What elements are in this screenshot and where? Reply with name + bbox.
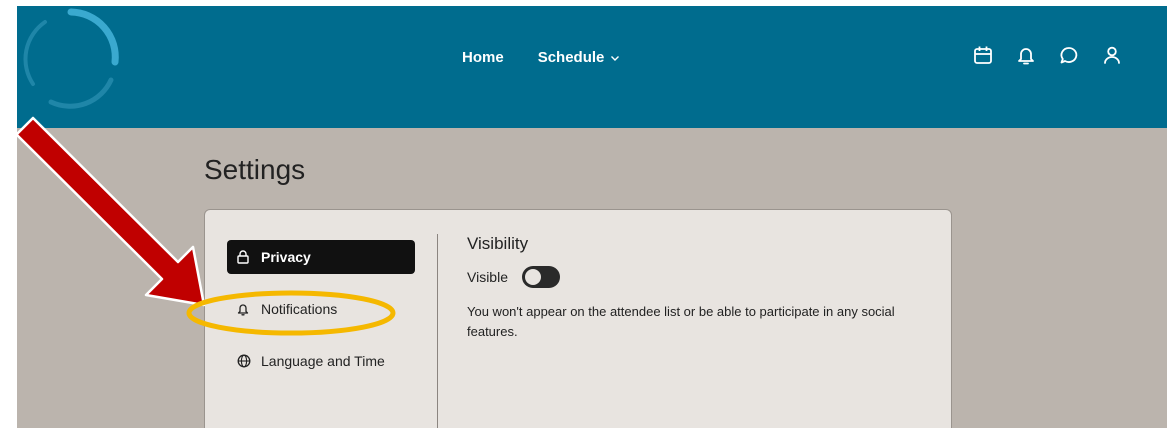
settings-menu-language-label: Language and Time (261, 353, 385, 369)
settings-menu-language[interactable]: Language and Time (227, 344, 415, 378)
visibility-description: You won't appear on the attendee list or… (467, 304, 895, 339)
toggle-knob (525, 269, 541, 285)
nav-schedule[interactable]: Schedule (538, 49, 621, 66)
visibility-toggle-row: Visible (467, 266, 560, 288)
card-divider (437, 234, 438, 428)
chat-icon[interactable] (1056, 42, 1082, 68)
logo-icon (23, 8, 119, 109)
lock-icon (237, 250, 251, 264)
settings-menu-privacy[interactable]: Privacy (227, 240, 415, 274)
settings-menu-notifications-label: Notifications (261, 301, 338, 317)
nav-home[interactable]: Home (462, 49, 504, 66)
chevron-down-icon (611, 55, 620, 61)
user-icon[interactable] (1099, 42, 1125, 68)
app-frame: Home Schedule Settings Privacy Notificat… (17, 6, 1167, 428)
visibility-toggle[interactable] (522, 266, 560, 288)
globe-icon (237, 354, 251, 368)
bell-icon (237, 302, 251, 316)
settings-menu-privacy-label: Privacy (261, 249, 311, 265)
settings-card: Privacy Notifications Language and Time (204, 209, 952, 428)
nav-schedule-label: Schedule (537, 49, 605, 66)
header-icons (953, 42, 1125, 68)
nav-home-label: Home (462, 49, 504, 66)
visibility-title: Visibility (467, 234, 529, 253)
visibility-toggle-label: Visible (467, 269, 508, 285)
main-nav: Home Schedule (462, 49, 620, 66)
header-bar: Home Schedule (17, 6, 1167, 128)
calendar-icon[interactable] (970, 42, 996, 68)
bell-icon[interactable] (1013, 42, 1039, 68)
settings-menu-notifications[interactable]: Notifications (227, 292, 415, 326)
page-title: Settings (204, 154, 306, 185)
